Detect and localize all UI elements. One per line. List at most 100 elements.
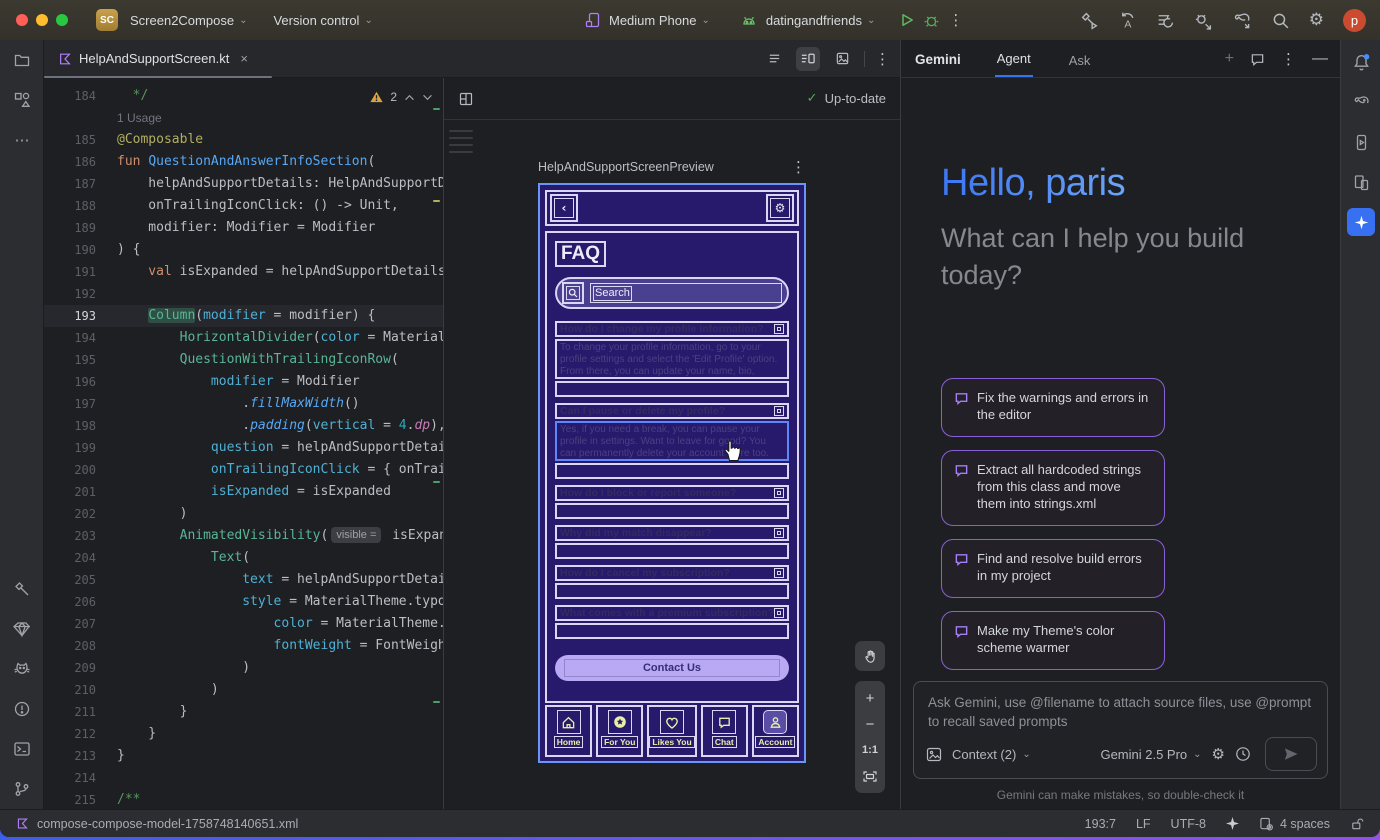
unlock-icon[interactable] — [1350, 817, 1364, 831]
send-button[interactable] — [1265, 737, 1317, 771]
user-avatar[interactable]: p — [1343, 9, 1366, 32]
code-line[interactable]: 209 ) — [44, 657, 443, 679]
code-line[interactable]: 205 text = helpAndSupportDetails.answer, — [44, 569, 443, 591]
terminal-tool-icon[interactable] — [8, 735, 36, 763]
code-line[interactable]: 207 color = MaterialTheme.colorScheme — [44, 613, 443, 635]
code-line[interactable]: 200 onTrailingIconClick = { onTrailingIc… — [44, 459, 443, 481]
code-line[interactable]: 185@Composable — [44, 129, 443, 151]
code-line[interactable]: 193 Column(modifier = modifier) { — [44, 305, 443, 327]
zoom-actual-size-button[interactable]: 1:1 — [855, 737, 885, 763]
model-dropdown[interactable]: Gemini 2.5 Pro⌄ — [1100, 747, 1201, 762]
phone-preview[interactable]: ‹ ⚙ FAQ Search How do I change my profil… — [538, 183, 806, 763]
code-line[interactable]: 199 question = helpAndSupportDetails.que… — [44, 437, 443, 459]
status-file[interactable]: compose-compose-model-1758748140651.xml — [16, 817, 298, 831]
suggestion-card[interactable]: Find and resolve build errors in my proj… — [941, 539, 1165, 598]
app-quality-insights-icon[interactable] — [8, 615, 36, 643]
preview-name-label[interactable]: HelpAndSupportScreenPreview — [538, 160, 714, 174]
search-input[interactable]: Search — [590, 283, 782, 303]
notifications-bell-icon[interactable] — [1347, 48, 1375, 76]
code-line[interactable]: 195 QuestionWithTrailingIconRow( — [44, 349, 443, 371]
attach-debugger-icon[interactable] — [1194, 11, 1213, 30]
line-ending[interactable]: LF — [1136, 817, 1151, 831]
preview-view-icon[interactable] — [830, 47, 854, 71]
code-line[interactable]: 214 — [44, 767, 443, 789]
nav-item-heart[interactable]: Likes You — [647, 705, 696, 757]
file-encoding[interactable]: UTF-8 — [1171, 817, 1206, 831]
editor-options-icon[interactable]: ⋮ — [875, 50, 890, 68]
project-selector[interactable]: Screen2Compose ⌄ — [130, 13, 247, 28]
minimize-window-icon[interactable] — [36, 14, 48, 26]
zoom-in-button[interactable]: + — [855, 685, 885, 711]
code-line[interactable]: 203 AnimatedVisibility(visible = isExpan… — [44, 525, 443, 547]
suggestion-card[interactable]: Make my Theme's color scheme warmer — [941, 611, 1165, 670]
back-button[interactable]: ‹ — [550, 194, 578, 222]
code-line[interactable]: 187 helpAndSupportDetails: HelpAndSuppor… — [44, 173, 443, 195]
close-tab-icon[interactable]: × — [240, 51, 248, 66]
code-line[interactable]: 204 Text( — [44, 547, 443, 569]
code-line[interactable]: 197 .fillMaxWidth() — [44, 393, 443, 415]
more-tool-windows-icon[interactable]: ⋯ — [8, 126, 36, 154]
more-actions-icon[interactable]: ⋮ — [948, 11, 963, 29]
faq-question[interactable]: Why did my match disappear? — [555, 525, 789, 541]
code-line[interactable]: 215/** — [44, 789, 443, 809]
code-line[interactable]: 186fun QuestionAndAnswerInfoSection( — [44, 151, 443, 173]
device-selector[interactable]: Medium Phone ⌄ — [609, 13, 710, 28]
next-warning-icon[interactable] — [422, 94, 433, 101]
zoom-window-icon[interactable] — [56, 14, 68, 26]
code-line[interactable]: 198 .padding(vertical = 4.dp), — [44, 415, 443, 437]
expand-box-icon[interactable] — [774, 406, 784, 416]
recent-changes-icon[interactable] — [1156, 11, 1175, 30]
caret-position[interactable]: 193:7 — [1085, 817, 1116, 831]
code-line[interactable]: 208 fontWeight = FontWeight.Normal — [44, 635, 443, 657]
tab-agent[interactable]: Agent — [995, 51, 1033, 77]
contact-us-button[interactable]: Contact Us — [555, 655, 789, 681]
expand-box-icon[interactable] — [774, 568, 784, 578]
code-line[interactable]: 189 modifier: Modifier = Modifier — [44, 217, 443, 239]
running-devices-icon[interactable] — [1347, 128, 1375, 156]
gemini-status-icon[interactable] — [1226, 817, 1239, 830]
version-control-tool-icon[interactable] — [8, 775, 36, 803]
chat-history-icon[interactable] — [1250, 52, 1265, 67]
build-tool-icon[interactable] — [8, 575, 36, 603]
logcat-tool-icon[interactable] — [8, 655, 36, 683]
hide-panel-icon[interactable]: — — [1312, 50, 1328, 68]
code-line[interactable]: 202 ) — [44, 503, 443, 525]
gradle-tool-icon[interactable] — [1347, 88, 1375, 116]
suggestion-card[interactable]: Extract all hardcoded strings from this … — [941, 450, 1165, 526]
gemini-input-box[interactable]: Ask Gemini, use @filename to attach sour… — [913, 681, 1328, 779]
preview-options-icon[interactable]: ⋮ — [791, 158, 806, 176]
preview-layout-icon[interactable] — [458, 91, 474, 107]
indent-setting[interactable]: 4 spaces — [1259, 817, 1330, 831]
gemini-options-icon[interactable]: ⋮ — [1281, 50, 1296, 68]
resource-manager-icon[interactable] — [8, 86, 36, 114]
prev-warning-icon[interactable] — [404, 94, 415, 101]
code-line[interactable]: 212 } — [44, 723, 443, 745]
run-button[interactable] — [899, 12, 915, 28]
pan-hand-icon[interactable] — [855, 641, 885, 671]
gemini-spark-icon[interactable] — [1347, 208, 1375, 236]
expand-box-icon[interactable] — [774, 608, 784, 618]
expand-box-icon[interactable] — [774, 324, 784, 334]
expand-box-icon[interactable] — [774, 528, 784, 538]
new-chat-icon[interactable]: + — [1225, 50, 1234, 68]
attach-image-icon[interactable] — [926, 747, 942, 762]
gradle-sync-icon[interactable] — [1232, 11, 1252, 30]
problems-tool-icon[interactable] — [8, 695, 36, 723]
ai-actions-icon[interactable]: A — [1118, 11, 1137, 30]
split-view-icon[interactable] — [796, 47, 820, 71]
code-line[interactable]: 190) { — [44, 239, 443, 261]
settings-button[interactable]: ⚙ — [766, 194, 794, 222]
run-config-selector[interactable]: datingandfriends ⌄ — [766, 13, 876, 28]
code-view-icon[interactable] — [762, 47, 786, 71]
faq-answer[interactable]: To change your profile information, go t… — [555, 339, 789, 379]
code-line[interactable]: 192 — [44, 283, 443, 305]
gemini-settings-icon[interactable]: ⚙ — [1212, 745, 1225, 763]
code-line[interactable]: 206 style = MaterialTheme.typography.bod… — [44, 591, 443, 613]
code-line[interactable]: 211 } — [44, 701, 443, 723]
zoom-out-button[interactable]: − — [855, 711, 885, 737]
tab-helpandsupportscreen[interactable]: HelpAndSupportScreen.kt × — [44, 40, 258, 77]
vcs-selector[interactable]: Version control ⌄ — [273, 13, 372, 28]
debug-button[interactable] — [923, 12, 940, 29]
preview-canvas[interactable]: HelpAndSupportScreenPreview ⋮ ‹ ⚙ FAQ — [444, 120, 900, 809]
code-line[interactable]: 201 isExpanded = isExpanded — [44, 481, 443, 503]
